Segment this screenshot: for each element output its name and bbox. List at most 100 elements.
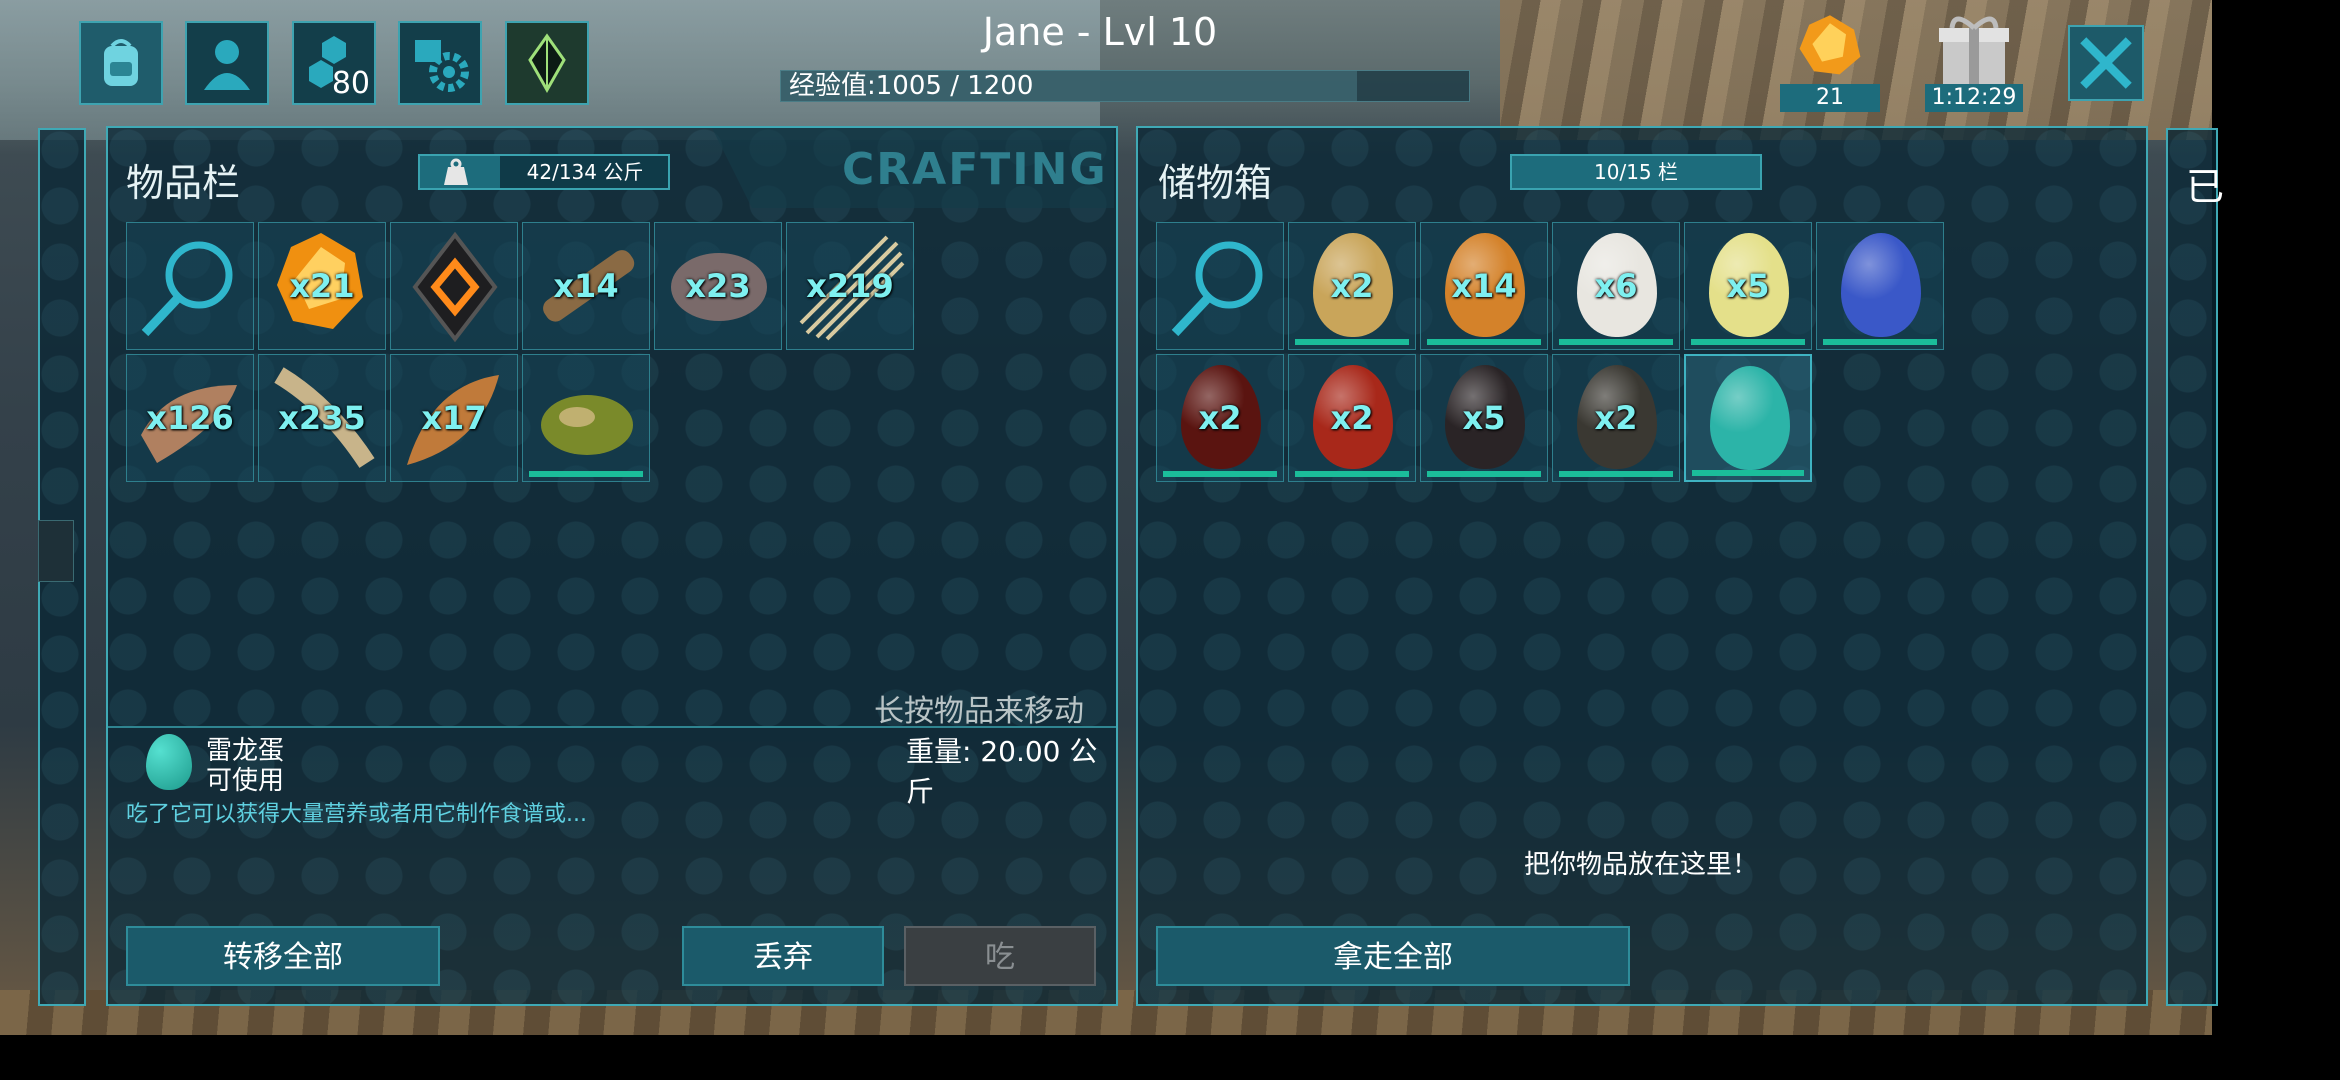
weight-icon — [444, 158, 468, 185]
item-quantity: x2 — [1594, 399, 1638, 437]
crystal-icon — [528, 33, 566, 94]
engrams-tab-button[interactable]: 80 — [292, 21, 376, 105]
item-quantity: x23 — [685, 267, 751, 305]
item-quantity: x5 — [1462, 399, 1506, 437]
eat-button[interactable]: 吃 — [904, 926, 1096, 986]
item-quantity: x126 — [146, 399, 234, 437]
tribe-tab-button[interactable] — [505, 21, 589, 105]
spoil-timer-bar — [1691, 339, 1805, 345]
storage-slot[interactable]: x2 — [1288, 222, 1416, 350]
storage-slot[interactable]: x14 — [1420, 222, 1548, 350]
amber-currency-button[interactable]: 21 — [1780, 12, 1880, 112]
right-partial-panel: 已 — [2166, 128, 2224, 1006]
spoil-timer-bar — [1427, 339, 1541, 345]
storage-slot[interactable]: x2 — [1552, 354, 1680, 482]
inventory-slot[interactable]: x219 — [786, 222, 914, 350]
inventory-slot[interactable]: x21 — [258, 222, 386, 350]
inventory-slot[interactable]: x126 — [126, 354, 254, 482]
gift-box-icon — [1939, 16, 2009, 88]
take-all-button[interactable]: 拿走全部 — [1156, 926, 1630, 986]
storage-capacity: 10/15 栏 — [1510, 154, 1762, 190]
weight-fill — [420, 156, 500, 188]
left-partial-button[interactable] — [38, 520, 74, 582]
storage-slot[interactable] — [1816, 222, 1944, 350]
spoil-timer-bar — [1295, 339, 1409, 345]
inventory-title: 物品栏 — [126, 161, 241, 205]
close-icon — [2080, 37, 2132, 89]
xp-text: 经验值:1005 / 1200 — [789, 71, 1034, 101]
egg-icon — [146, 734, 192, 790]
move-hint: 长按物品来移动 — [874, 694, 1084, 729]
inventory-slot[interactable]: x14 — [522, 222, 650, 350]
settings-tab-button[interactable] — [398, 21, 482, 105]
item-quantity: x21 — [289, 267, 355, 305]
spoil-timer-bar — [1163, 471, 1277, 477]
spoil-timer-bar — [529, 471, 643, 477]
storage-slot[interactable]: x2 — [1156, 354, 1284, 482]
inventory-slot[interactable] — [522, 354, 650, 482]
selected-item-description: 吃了它可以获得大量营养或者用它制作食谱或... — [126, 802, 587, 827]
item-quantity: x2 — [1198, 399, 1242, 437]
selected-item-weight: 重量: 20.00 公斤 — [906, 735, 1098, 808]
amber-count: 21 — [1780, 84, 1880, 112]
egg-icon — [1841, 233, 1921, 337]
inventory-slot[interactable]: x235 — [258, 354, 386, 482]
inventory-slot[interactable]: x17 — [390, 354, 518, 482]
spoil-timer-bar — [1692, 470, 1804, 476]
inventory-slot[interactable]: x23 — [654, 222, 782, 350]
crafting-tab[interactable]: CRAFTING — [712, 128, 1114, 208]
backpack-icon — [104, 39, 138, 86]
storage-slot[interactable]: x6 — [1552, 222, 1680, 350]
weight-indicator: 42/134 公斤 — [418, 154, 670, 190]
item-quantity: x17 — [421, 399, 487, 437]
transfer-all-button[interactable]: 转移全部 — [126, 926, 440, 986]
item-quantity: x5 — [1726, 267, 1770, 305]
crafting-tab-label: CRAFTING — [842, 144, 1108, 195]
search-icon — [127, 223, 255, 355]
storage-title: 储物箱 — [1158, 161, 1273, 205]
xp-bar: 经验值:1005 / 1200 — [780, 70, 1470, 102]
egg-icon — [1710, 366, 1790, 470]
item-quantity: x6 — [1594, 267, 1638, 305]
implant-icon — [391, 223, 519, 355]
selected-item-status: 可使用 — [206, 766, 285, 796]
inventory-panel: 物品栏 42/134 公斤 CRAFTING x21 x14 x23 x219 x126… — [106, 126, 1118, 1006]
right-partial-label: 已 — [2186, 165, 2225, 209]
item-quantity: x2 — [1330, 267, 1374, 305]
selected-item-icon — [146, 734, 196, 792]
gift-timer: 1:12:29 — [1925, 84, 2023, 112]
left-partial-panel — [38, 128, 86, 1006]
item-quantity: x219 — [806, 267, 894, 305]
player-name-level: Jane - Lvl 10 — [982, 10, 1218, 54]
character-tab-button[interactable] — [185, 21, 269, 105]
storage-box-panel: 储物箱 10/15 栏 x2 x14 x6 x5 x2 x2 x5 x2 把你物品放在这里！ … — [1136, 126, 2148, 1006]
storage-slot[interactable] — [1156, 222, 1284, 350]
spoil-timer-bar — [1427, 471, 1541, 477]
spoil-timer-bar — [1823, 339, 1937, 345]
inventory-slot[interactable] — [126, 222, 254, 350]
inventory-slot[interactable] — [390, 222, 518, 350]
close-button[interactable] — [2068, 25, 2144, 101]
spoil-timer-bar — [1559, 339, 1673, 345]
amber-icon — [1799, 15, 1861, 75]
drop-button[interactable]: 丢弃 — [682, 926, 884, 986]
engrams-count: 80 — [331, 66, 370, 101]
kibble-icon — [523, 355, 651, 487]
spoil-timer-bar — [1559, 471, 1673, 477]
person-icon — [204, 40, 250, 90]
item-quantity: x2 — [1330, 399, 1374, 437]
item-quantity: x14 — [1451, 267, 1517, 305]
item-quantity: x235 — [278, 399, 366, 437]
item-quantity: x14 — [553, 267, 619, 305]
storage-slot[interactable]: x5 — [1684, 222, 1812, 350]
inventory-tab-button[interactable] — [79, 21, 163, 105]
gift-button[interactable]: 1:12:29 — [1925, 12, 2023, 112]
gear-book-icon — [415, 40, 469, 92]
storage-slot[interactable]: x2 — [1288, 354, 1416, 482]
weight-text: 42/134 公斤 — [526, 160, 644, 184]
storage-slot[interactable] — [1684, 354, 1812, 482]
search-icon — [1157, 223, 1285, 355]
spoil-timer-bar — [1295, 471, 1409, 477]
drop-items-hint: 把你物品放在这里！ — [1524, 850, 1759, 880]
storage-slot[interactable]: x5 — [1420, 354, 1548, 482]
